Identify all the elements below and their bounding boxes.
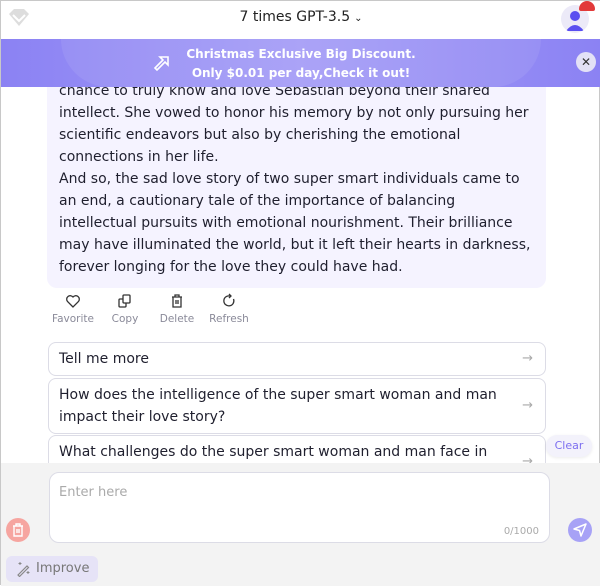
close-banner-button[interactable]: ✕ (576, 52, 596, 72)
trash-icon (172, 294, 182, 308)
message-input[interactable] (50, 473, 549, 523)
refresh-icon (223, 293, 235, 307)
trash-icon (13, 523, 23, 537)
chevron-down-icon: ⌄ (354, 13, 363, 24)
arrow-right-icon: → (522, 351, 533, 366)
arrow-right-icon: → (522, 398, 533, 413)
refresh-label: Refresh (209, 313, 249, 325)
send-icon (573, 523, 587, 537)
message-input-box[interactable]: 0/1000 (49, 472, 550, 543)
delete-button[interactable]: Delete (151, 293, 203, 325)
favorite-button[interactable]: Favorite (47, 293, 99, 325)
char-count: 0/1000 (503, 526, 539, 537)
message-actions: Favorite Copy Delete Refresh (47, 293, 255, 325)
clear-chat-button[interactable] (6, 518, 30, 542)
banner-line2: Only $0.01 per day,Check it out! (191, 66, 411, 80)
magic-wand-icon (17, 562, 30, 577)
improve-label: Improve (36, 561, 90, 576)
send-button[interactable] (568, 518, 592, 542)
refresh-button[interactable]: Refresh (203, 293, 255, 325)
delete-label: Delete (159, 313, 195, 325)
copy-icon (118, 294, 131, 308)
suggestion-text: What challenges do the super smart woman… (59, 444, 488, 460)
favorite-label: Favorite (52, 313, 94, 325)
model-selector[interactable]: 7 times GPT-3.5 ⌄ (1, 9, 600, 25)
close-icon: ✕ (580, 55, 592, 69)
improve-button[interactable]: Improve (6, 556, 98, 582)
promo-banner[interactable]: Christmas Exclusive Big Discount. Only $0… (1, 39, 600, 87)
message-paragraph: chance to truly know and love Sebastian … (59, 83, 529, 165)
suggestion-item[interactable]: How does the intelligence of the super s… (48, 378, 546, 434)
assistant-message: chance to truly know and love Sebastian … (47, 71, 546, 288)
suggestion-item[interactable]: Tell me more → (48, 342, 546, 376)
copy-button[interactable]: Copy (99, 293, 151, 325)
heart-icon (66, 295, 80, 308)
suggestion-text: How does the intelligence of the super s… (59, 387, 497, 425)
suggestion-text: Tell me more (59, 351, 149, 367)
santa-hat-icon (579, 1, 595, 11)
clear-button[interactable]: Clear (546, 435, 592, 457)
banner-line1: Christmas Exclusive Big Discount. (186, 47, 416, 61)
model-title: 7 times GPT-3.5 (239, 9, 351, 25)
top-bar: 7 times GPT-3.5 ⌄ (1, 1, 600, 39)
composer: 0/1000 Improve (1, 463, 600, 586)
message-paragraph: And so, the sad love story of two super … (59, 171, 531, 275)
copy-label: Copy (111, 313, 139, 325)
